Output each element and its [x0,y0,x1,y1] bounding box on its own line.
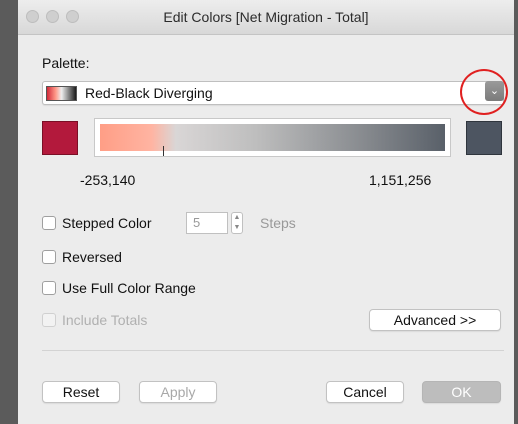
palette-preview-swatch [46,86,77,101]
include-totals-checkbox[interactable] [42,313,56,327]
apply-button[interactable]: Apply [139,381,217,403]
reversed-checkbox[interactable] [42,250,56,264]
stepped-color-checkbox[interactable] [42,216,56,230]
reversed-label: Reversed [62,249,122,265]
background-left [0,0,18,424]
min-value: -253,140 [80,172,136,188]
window-title: Edit Colors [Net Migration - Total] [163,9,369,25]
color-ramp-gradient [100,124,445,151]
palette-select[interactable]: Red-Black Diverging [42,81,504,105]
include-totals-label: Include Totals [62,312,148,328]
stepped-color-label: Stepped Color [62,215,152,231]
palette-label: Palette: [42,55,90,71]
title-bar: Edit Colors [Net Migration - Total] [18,0,514,35]
annotation-circle [460,69,508,115]
palette-selected-value: Red-Black Diverging [85,85,213,101]
start-color-swatch[interactable] [42,121,78,155]
edit-colors-dialog: Edit Colors [Net Migration - Total] Pale… [18,0,514,424]
end-color-swatch[interactable] [466,121,502,155]
max-value: 1,151,256 [369,172,432,188]
color-ramp[interactable] [94,118,451,157]
use-full-range-checkbox[interactable] [42,281,56,295]
ramp-center-tick[interactable] [163,146,164,156]
cancel-button[interactable]: Cancel [326,381,404,403]
stepper-arrows-icon[interactable]: ▲ ▼ [231,212,243,234]
reset-button[interactable]: Reset [42,381,120,403]
use-full-range-label: Use Full Color Range [62,280,196,296]
steps-input[interactable]: 5 [186,212,228,234]
ok-button[interactable]: OK [422,381,501,403]
advanced-button[interactable]: Advanced >> [369,309,501,331]
divider [42,350,504,351]
background-right [514,0,518,424]
steps-label: Steps [260,215,296,231]
